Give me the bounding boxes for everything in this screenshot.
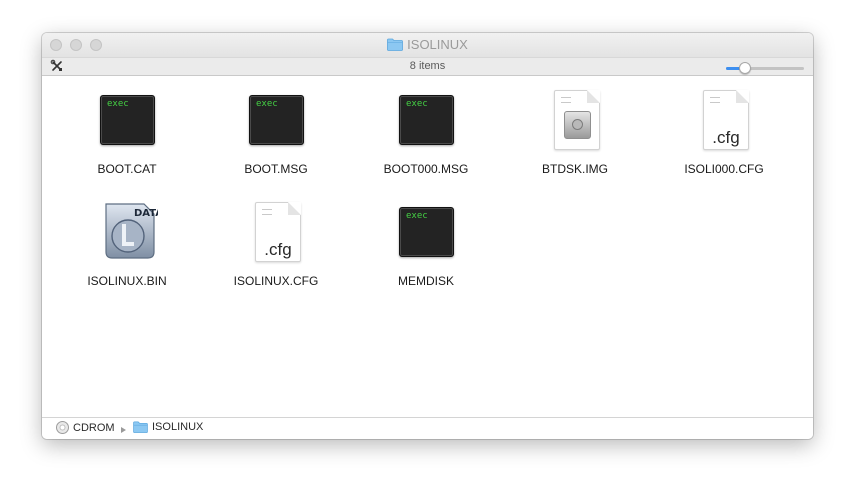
file-name: BOOT.MSG — [244, 162, 308, 176]
file-grid: exec BOOT.CAT exec BOOT.MSG exec BOOT000… — [42, 76, 813, 416]
exec-icon: exec — [396, 88, 456, 152]
disk-image-icon — [545, 88, 605, 152]
data-icon: DATA — [97, 200, 158, 264]
path-item-label: ISOLINUX — [152, 421, 204, 433]
file-name: ISOLI000.CFG — [684, 162, 764, 176]
chevron-right-icon — [121, 427, 126, 433]
slider-knob[interactable] — [739, 62, 751, 74]
cd-icon — [56, 421, 69, 434]
icon-size-slider[interactable] — [726, 62, 804, 74]
finder-window: ISOLINUX 8 items exec BOOT.CAT exec BOOT… — [42, 33, 813, 439]
svg-text:DATA: DATA — [134, 208, 158, 219]
document-icon: .cfg — [694, 88, 754, 152]
window-title: ISOLINUX — [42, 37, 813, 52]
document-icon: .cfg — [246, 200, 306, 264]
file-name: ISOLINUX.CFG — [233, 274, 319, 288]
exec-icon: exec — [97, 88, 157, 152]
window-title-text: ISOLINUX — [407, 37, 468, 52]
file-name: BTDSK.IMG — [541, 162, 608, 176]
path-item-isolinux[interactable]: ISOLINUX — [133, 421, 203, 433]
folder-icon — [133, 421, 148, 433]
path-bar: CDROM ISOLINUX — [42, 417, 813, 439]
title-bar[interactable]: ISOLINUX — [42, 33, 813, 57]
path-item-label: CDROM — [73, 421, 115, 434]
exec-icon: exec — [246, 88, 306, 152]
exec-icon: exec — [396, 200, 456, 264]
file-name: BOOT000.MSG — [383, 162, 469, 176]
item-count: 8 items — [409, 60, 446, 72]
folder-icon — [387, 38, 404, 51]
file-name: ISOLINUX.BIN — [87, 274, 167, 288]
file-name: MEMDISK — [397, 274, 454, 288]
path-item-cdrom[interactable]: CDROM — [56, 421, 115, 434]
toolbar: 8 items — [42, 57, 813, 76]
file-name: BOOT.CAT — [97, 162, 157, 176]
